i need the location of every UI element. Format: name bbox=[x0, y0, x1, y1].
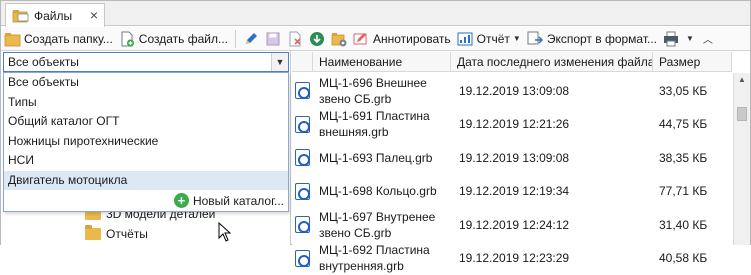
delete-button[interactable] bbox=[284, 28, 306, 50]
file-size: 31,40 КБ bbox=[653, 218, 732, 232]
dropdown-option[interactable]: Общий каталог ОГТ bbox=[4, 112, 288, 132]
grb-file-icon bbox=[295, 116, 310, 133]
new-catalog-button[interactable]: + Новый каталог... bbox=[174, 193, 284, 208]
printer-icon bbox=[663, 31, 679, 47]
left-panel: Все объекты ▼ Все объекты Типы Общий кат… bbox=[1, 51, 291, 245]
table-row[interactable]: МЦ-1-693 Палец.grb 19.12.2019 13:09:08 3… bbox=[292, 141, 732, 175]
dropdown-option[interactable]: Ножницы пиротехнические bbox=[4, 132, 288, 152]
annotate-button[interactable]: Аннотировать bbox=[350, 28, 454, 50]
file-date: 19.12.2019 13:09:08 bbox=[451, 84, 653, 98]
report-button[interactable]: Отчёт ▼ bbox=[454, 28, 524, 50]
mouse-cursor-icon bbox=[218, 222, 232, 242]
file-name: МЦ-1-693 Палец.grb bbox=[313, 150, 451, 166]
column-header-date[interactable]: Дата последнего изменения файла bbox=[451, 52, 653, 72]
download-button[interactable] bbox=[306, 28, 328, 50]
dropdown-option[interactable]: Все объекты bbox=[4, 73, 288, 93]
file-size: 40,58 КБ bbox=[653, 251, 732, 265]
collapse-toolbar-button[interactable]: ︿ bbox=[697, 28, 716, 50]
file-name: МЦ-1-691 Пластина внешняя.grb bbox=[313, 108, 451, 140]
file-size: 38,35 КБ bbox=[653, 151, 732, 165]
new-folder-icon bbox=[4, 31, 20, 47]
download-icon bbox=[309, 31, 325, 47]
table-row[interactable]: МЦ-1-697 Внутренее звено СБ.grb 19.12.20… bbox=[292, 208, 732, 242]
file-name: МЦ-1-698 Кольцо.grb bbox=[313, 183, 451, 199]
create-folder-label: Создать папку... bbox=[24, 32, 113, 46]
open-folder-button[interactable] bbox=[328, 28, 350, 50]
file-size: 44,75 КБ bbox=[653, 117, 732, 131]
save-button[interactable] bbox=[262, 28, 284, 50]
file-size: 33,05 КБ bbox=[653, 84, 732, 98]
chevron-down-icon[interactable]: ▼ bbox=[271, 53, 288, 71]
annotate-label: Аннотировать bbox=[373, 32, 451, 46]
chevron-down-icon: ▼ bbox=[513, 34, 521, 43]
edit-button[interactable] bbox=[240, 28, 262, 50]
object-filter-dropdown: Все объекты Типы Общий каталог ОГТ Ножни… bbox=[3, 72, 289, 212]
report-icon bbox=[457, 31, 473, 47]
grb-file-icon bbox=[295, 216, 310, 233]
tab-files[interactable]: Файлы × bbox=[5, 3, 105, 27]
chevron-up-icon: ︿ bbox=[703, 31, 713, 46]
file-date: 19.12.2019 12:24:12 bbox=[451, 218, 653, 232]
annotate-icon bbox=[353, 31, 369, 47]
report-label: Отчёт bbox=[477, 32, 510, 46]
chevron-up-icon[interactable]: ▲ bbox=[734, 73, 750, 87]
create-file-button[interactable]: Создать файл... bbox=[116, 28, 231, 50]
export-button[interactable]: Экспорт в формат... bbox=[524, 28, 660, 50]
grb-file-icon bbox=[295, 250, 310, 267]
tab-strip: Файлы × bbox=[1, 1, 750, 26]
object-filter-combobox[interactable]: Все объекты ▼ bbox=[3, 52, 289, 72]
file-list-panel: Наименование Дата последнего изменения ф… bbox=[292, 51, 750, 245]
close-icon[interactable]: × bbox=[90, 7, 98, 23]
file-name: МЦ-1-697 Внутренее звено СБ.grb bbox=[313, 209, 451, 241]
grb-file-icon bbox=[295, 183, 310, 200]
chevron-down-icon: ▼ bbox=[686, 34, 694, 43]
tab-files-label: Файлы bbox=[34, 9, 72, 23]
table-row[interactable]: МЦ-1-692 Пластина внутренняя.grb 19.12.2… bbox=[292, 242, 732, 275]
create-folder-button[interactable]: Создать папку... bbox=[1, 28, 116, 50]
column-header-name[interactable]: Наименование bbox=[313, 52, 451, 72]
file-date: 19.12.2019 12:19:34 bbox=[451, 184, 653, 198]
folder-icon bbox=[85, 228, 101, 240]
file-size: 77,71 КБ bbox=[653, 184, 732, 198]
dropdown-option[interactable]: НСИ bbox=[4, 151, 288, 171]
file-name: МЦ-1-696 Внешнее звено СБ.grb bbox=[313, 75, 451, 107]
add-icon: + bbox=[174, 193, 189, 208]
toolbar: Создать папку... Создать файл... bbox=[1, 27, 750, 51]
files-window: Файлы × Создать папку... Создать bbox=[0, 0, 751, 245]
tree-item[interactable]: Отчёты bbox=[85, 227, 148, 241]
dropdown-option[interactable]: Типы bbox=[4, 93, 288, 113]
file-date: 19.12.2019 12:21:26 bbox=[451, 117, 653, 131]
column-header-size[interactable]: Размер bbox=[653, 52, 732, 72]
file-name: МЦ-1-692 Пластина внутренняя.grb bbox=[313, 242, 451, 274]
file-date: 19.12.2019 12:23:29 bbox=[451, 251, 653, 265]
files-tab-icon bbox=[12, 9, 30, 23]
combobox-selected-value: Все объекты bbox=[8, 55, 79, 69]
vertical-scrollbar[interactable]: ▲ bbox=[733, 73, 750, 245]
table-header: Наименование Дата последнего изменения ф… bbox=[292, 52, 732, 72]
scrollbar-thumb[interactable] bbox=[737, 107, 747, 121]
grb-file-icon bbox=[295, 82, 310, 99]
print-button[interactable]: ▼ bbox=[660, 28, 697, 50]
export-label: Экспорт в формат... bbox=[547, 32, 657, 46]
new-catalog-label: Новый каталог... bbox=[193, 194, 284, 208]
tree-item-label: Отчёты bbox=[106, 227, 148, 241]
table-row[interactable]: МЦ-1-691 Пластина внешняя.grb 19.12.2019… bbox=[292, 108, 732, 142]
icon-column-header[interactable] bbox=[292, 52, 313, 72]
grb-file-icon bbox=[295, 149, 310, 166]
create-file-label: Создать файл... bbox=[139, 32, 228, 46]
save-icon bbox=[265, 31, 281, 47]
export-icon bbox=[527, 31, 543, 47]
file-date: 19.12.2019 13:09:08 bbox=[451, 151, 653, 165]
table-row[interactable]: МЦ-1-696 Внешнее звено СБ.grb 19.12.2019… bbox=[292, 74, 732, 108]
delete-file-icon bbox=[287, 31, 303, 47]
pencil-icon bbox=[243, 31, 259, 47]
toolbar-divider bbox=[235, 30, 236, 48]
table-row[interactable]: МЦ-1-698 Кольцо.grb 19.12.2019 12:19:34 … bbox=[292, 175, 732, 209]
dropdown-option-hovered[interactable]: Двигатель мотоцикла bbox=[4, 171, 288, 191]
new-file-icon bbox=[119, 31, 135, 47]
folder-settings-icon bbox=[331, 31, 347, 47]
